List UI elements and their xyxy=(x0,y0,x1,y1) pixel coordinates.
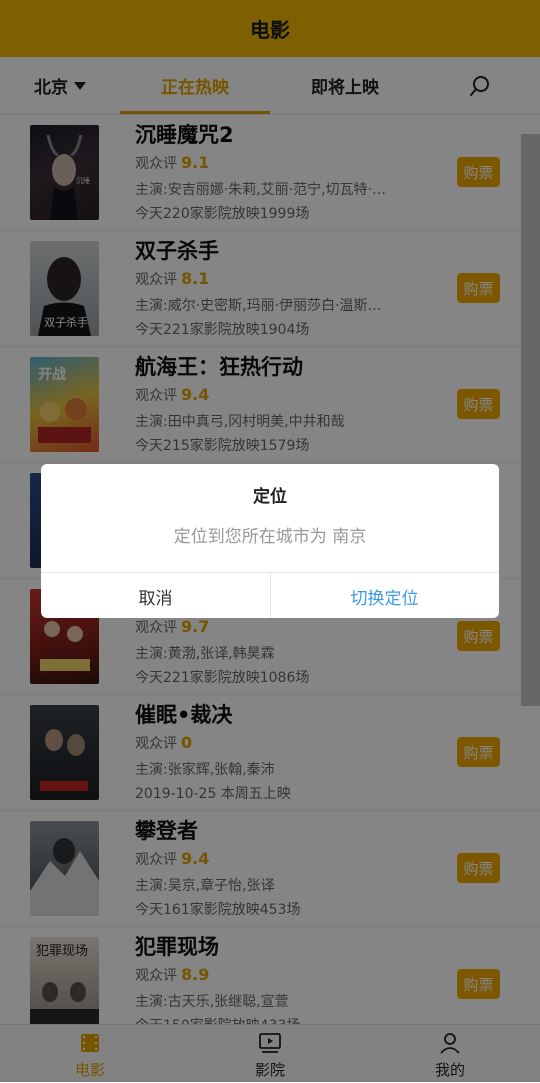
location-dialog: 定位 定位到您所在城市为 南京 取消 切换定位 xyxy=(41,464,499,618)
dialog-message: 定位到您所在城市为 南京 xyxy=(173,527,367,547)
dialog-title: 定位 xyxy=(253,487,287,507)
switch-location-button[interactable]: 切换定位 xyxy=(270,573,499,618)
dialog-buttons: 取消 切换定位 xyxy=(41,572,499,618)
cancel-button[interactable]: 取消 xyxy=(41,573,271,618)
